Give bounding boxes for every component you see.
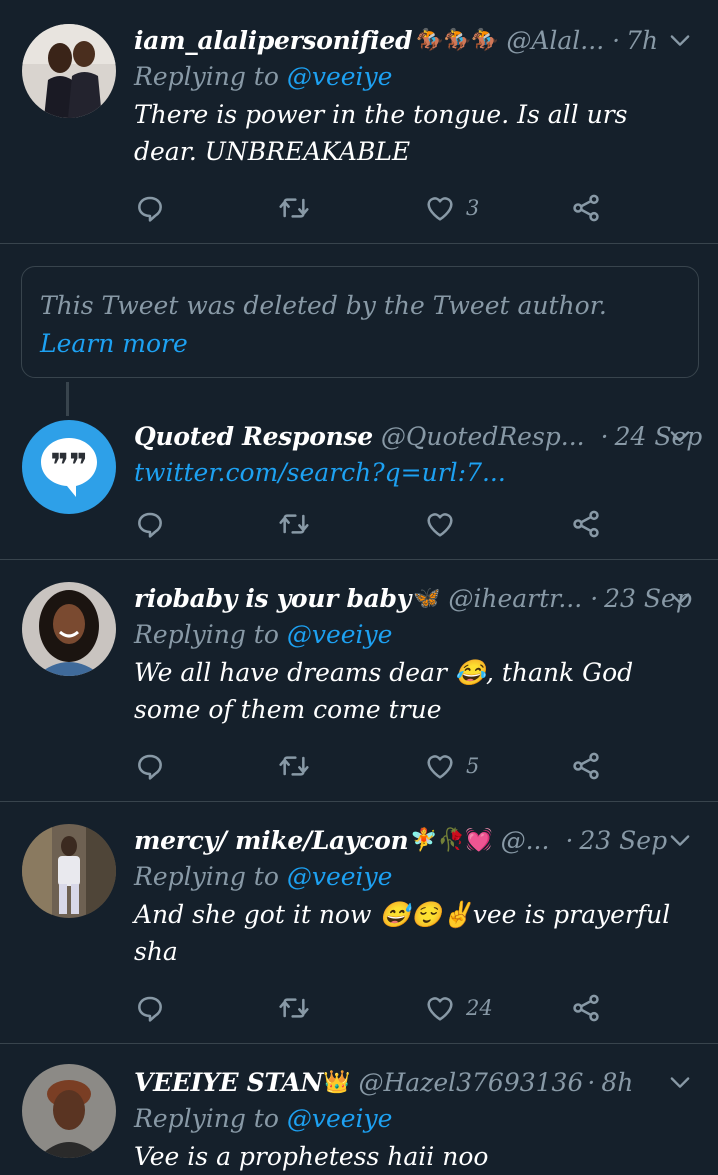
share-icon [570, 508, 602, 540]
tweet-actions: 24 [134, 988, 614, 1028]
tweet-actions [134, 504, 614, 544]
retweet-button[interactable] [278, 188, 310, 228]
retweet-icon [278, 508, 310, 540]
like-button[interactable]: 5 [424, 746, 479, 786]
separator-dot: · [600, 421, 609, 451]
like-button[interactable] [424, 504, 456, 544]
tweet-text: We all have dreams dear 😂, thank God som… [134, 658, 634, 724]
replying-to: Replying to @veeiye [134, 616, 698, 654]
replying-to: Replying to @veeiye [134, 58, 698, 96]
quote-mark: ❞❞ [50, 446, 88, 484]
chevron-down-icon[interactable] [666, 584, 694, 612]
share-icon [570, 750, 602, 782]
avatar[interactable] [22, 582, 116, 676]
separator-dot: · [612, 25, 621, 55]
retweet-icon [278, 992, 310, 1024]
display-name[interactable]: VEEIYE STAN [134, 1068, 323, 1097]
chevron-down-icon[interactable] [666, 826, 694, 854]
mention-link[interactable]: @veeiye [287, 620, 393, 649]
display-name[interactable]: mercy/ mike/Laycon [134, 826, 409, 855]
like-icon [424, 992, 456, 1024]
mention-link[interactable]: @veeiye [287, 862, 393, 891]
tweet-text: Vee is a prophetess haii noo [134, 1142, 489, 1171]
replying-to: Replying to @veeiye [134, 1100, 698, 1138]
reply-icon [134, 750, 166, 782]
user-handle[interactable]: @QuotedResp... [381, 422, 585, 451]
like-button[interactable]: 3 [424, 188, 479, 228]
mention-link[interactable]: @veeiye [287, 1104, 393, 1133]
retweet-button[interactable] [278, 988, 310, 1028]
avatar[interactable] [22, 824, 116, 918]
timestamp[interactable]: 7h [626, 26, 658, 55]
name-emoji: 🏇🏇🏇 [416, 27, 499, 53]
share-button[interactable] [570, 188, 602, 228]
display-name[interactable]: iam_alalipersonified [134, 26, 412, 55]
user-handle[interactable]: @iheartr... [448, 584, 582, 613]
retweet-button[interactable] [278, 504, 310, 544]
reply-icon [134, 192, 166, 224]
like-icon [424, 192, 456, 224]
like-count: 5 [466, 754, 480, 778]
separator-dot: · [587, 1067, 596, 1097]
mention-link[interactable]: @veeiye [287, 62, 393, 91]
tweet[interactable]: iam_alalipersonified 🏇🏇🏇 @Alal... · 7h R… [0, 0, 718, 244]
share-button[interactable] [570, 504, 602, 544]
like-icon [424, 750, 456, 782]
reply-icon [134, 508, 166, 540]
display-name[interactable]: riobaby is your baby [134, 584, 411, 613]
share-icon [570, 992, 602, 1024]
tweet-link[interactable]: twitter.com/search?q=url:7... [134, 454, 698, 492]
reply-button[interactable] [134, 504, 166, 544]
quote-bubble-icon[interactable]: ❞❞ [22, 420, 116, 514]
replying-to: Replying to @veeiye [134, 858, 698, 896]
chevron-down-icon[interactable] [666, 26, 694, 54]
replying-to-label: Replying to [134, 620, 279, 649]
chevron-down-icon[interactable] [666, 422, 694, 450]
tweet-actions: 3 [134, 188, 614, 228]
name-emoji: 🦋 [412, 585, 441, 611]
chevron-down-icon[interactable] [666, 1068, 694, 1096]
like-count: 24 [466, 996, 493, 1020]
retweet-button[interactable] [278, 746, 310, 786]
retweet-icon [278, 192, 310, 224]
display-name[interactable]: Quoted Response [134, 422, 373, 451]
like-button[interactable]: 24 [424, 988, 493, 1028]
user-handle[interactable]: @Hazel37693136 [358, 1068, 583, 1097]
share-button[interactable] [570, 746, 602, 786]
deleted-notice-text: This Tweet was deleted by the Tweet auth… [40, 291, 607, 320]
tweet[interactable]: mercy/ mike/Laycon 🧚🥀💓 @... · 23 Sep Rep… [0, 802, 718, 1044]
avatar[interactable] [22, 1064, 116, 1158]
learn-more-link[interactable]: Learn more [40, 329, 188, 358]
replying-to-label: Replying to [134, 62, 279, 91]
tweet[interactable]: VEEIYE STAN 👑 @Hazel37693136 · 8h Replyi… [0, 1044, 718, 1175]
like-count: 3 [466, 196, 480, 220]
share-icon [570, 192, 602, 224]
tweet[interactable]: riobaby is your baby 🦋 @iheartr... · 23 … [0, 560, 718, 802]
tweet-text: There is power in the tongue. Is all urs… [134, 100, 628, 166]
like-icon [424, 508, 456, 540]
retweet-icon [278, 750, 310, 782]
name-emoji: 👑 [323, 1069, 351, 1095]
avatar[interactable] [22, 24, 116, 118]
reply-button[interactable] [134, 988, 166, 1028]
deleted-tweet-notice: This Tweet was deleted by the Tweet auth… [21, 266, 699, 378]
thread-connector [66, 382, 69, 416]
name-emoji: 🧚🥀💓 [410, 827, 493, 853]
tweet-actions: 5 [134, 746, 614, 786]
replying-to-label: Replying to [134, 862, 279, 891]
reply-icon [134, 992, 166, 1024]
reply-button[interactable] [134, 746, 166, 786]
reply-button[interactable] [134, 188, 166, 228]
user-handle[interactable]: @Alal... [506, 26, 604, 55]
tweet-text: And she got it now 😅😌✌vee is prayerful s… [134, 900, 671, 966]
tweet[interactable]: ❞❞ Quoted Response @QuotedResp... · 24 S… [0, 416, 718, 560]
separator-dot: · [590, 583, 599, 613]
timestamp[interactable]: 23 Sep [579, 826, 667, 855]
reply-feed: iam_alalipersonified 🏇🏇🏇 @Alal... · 7h R… [0, 0, 718, 1171]
share-button[interactable] [570, 988, 602, 1028]
timestamp[interactable]: 8h [601, 1068, 633, 1097]
user-handle[interactable]: @... [501, 826, 550, 855]
replying-to-label: Replying to [134, 1104, 279, 1133]
separator-dot: · [565, 825, 574, 855]
